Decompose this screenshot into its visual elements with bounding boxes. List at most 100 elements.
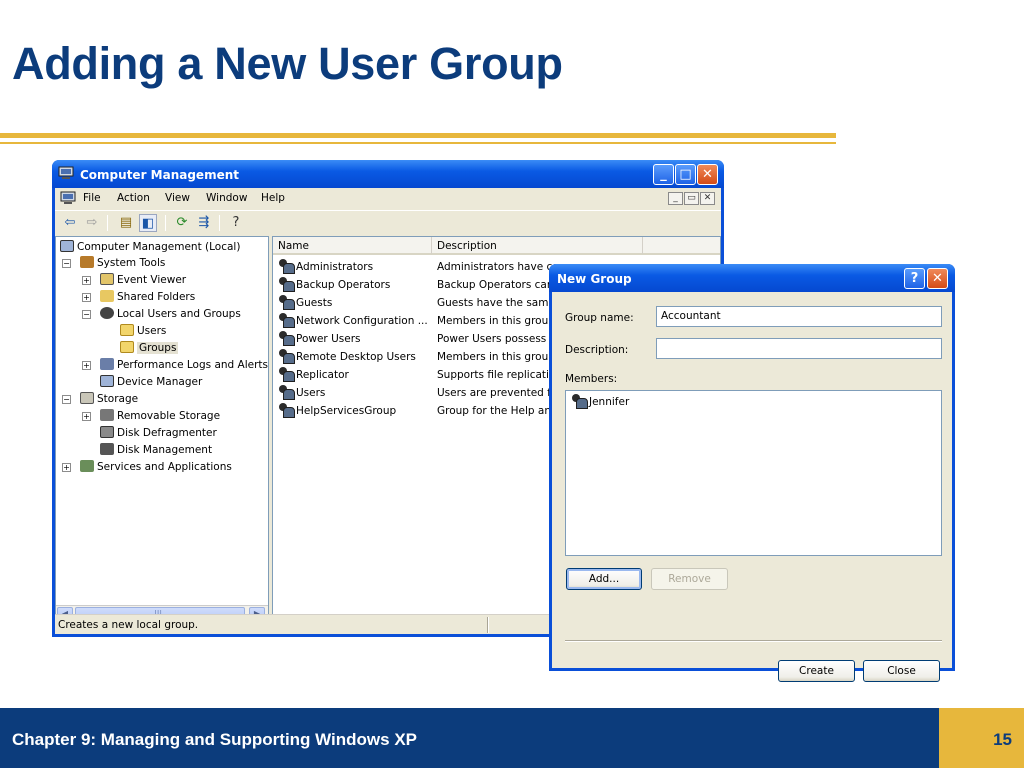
group-icon [278,313,295,328]
group-icon [278,277,295,292]
menu-action[interactable]: Action [117,192,150,204]
group-name-input[interactable]: Accountant [656,306,942,327]
list-item[interactable]: Replicator [278,366,349,384]
menu-view[interactable]: View [165,192,190,204]
list-item[interactable]: Administrators [278,258,373,276]
refresh-icon[interactable]: ⟳ [173,214,191,232]
list-item[interactable]: Remote Desktop Users [278,348,416,366]
toolbar-separator [107,215,108,231]
mdi-restore-button[interactable]: ▭ [684,192,699,205]
list-item[interactable]: Power Users [278,330,361,348]
footer-chapter-text: Chapter 9: Managing and Supporting Windo… [12,730,418,749]
tree-item-removable-storage[interactable]: Removable Storage [100,408,220,424]
mdi-close-button[interactable]: ✕ [700,192,715,205]
event-viewer-icon [100,273,114,285]
mdi-minimize-button[interactable]: _ [668,192,683,205]
tree-item-local-users-and-groups[interactable]: Local Users and Groups [100,306,241,322]
list-item[interactable]: Guests [278,294,332,312]
menu-bar: File Action View Window Help _ ▭ ✕ [55,188,721,208]
column-header-empty[interactable] [643,237,720,255]
dialog-close-button[interactable]: ✕ [927,268,948,289]
list-item-description: Users are prevented fr [437,387,556,399]
expand-icon[interactable]: + [82,293,91,302]
collapse-icon[interactable]: − [82,310,91,319]
app-menu-icon[interactable] [60,191,76,205]
minimize-button[interactable]: _ [653,164,674,185]
title-rule-thick [0,133,836,138]
list-item-description: Supports file replication [437,369,563,381]
column-header-name[interactable]: Name [273,237,432,255]
tree-item-system-tools[interactable]: System Tools [80,255,165,271]
status-separator [487,617,489,633]
collapse-icon[interactable]: − [62,259,71,268]
tree-item-groups[interactable]: Groups [120,340,179,356]
list-item[interactable]: Network Configuration ... [278,312,428,330]
menu-help[interactable]: Help [261,192,285,204]
tree-item-disk-management[interactable]: Disk Management [100,442,212,458]
tree-item-disk-defragmenter[interactable]: Disk Defragmenter [100,425,217,441]
dialog-separator [565,640,942,642]
toolbar-separator [165,215,166,231]
members-list[interactable]: Jennifer [565,390,942,556]
back-icon[interactable]: ⇦ [61,214,79,232]
maximize-button[interactable]: □ [675,164,696,185]
tree-item-event-viewer[interactable]: Event Viewer [100,272,186,288]
show-hide-tree-icon[interactable]: ◧ [139,214,157,232]
slide-title: Adding a New User Group [12,38,563,89]
tree-item-users[interactable]: Users [120,323,166,339]
description-label: Description: [565,344,629,356]
title-rule-thin [0,142,836,144]
up-folder-icon[interactable]: ▤ [117,214,135,232]
tree-item-computer-management[interactable]: Computer Management (Local) [60,239,240,255]
page-number-box: 15 [939,708,1024,768]
computer-icon [60,240,74,252]
list-item-description: Members in this group [437,351,555,363]
status-text: Creates a new local group. [58,619,199,631]
new-group-dialog: New Group ? ✕ Group name: Accountant Des… [549,264,955,682]
export-list-icon[interactable]: ⇶ [195,214,213,232]
expand-icon[interactable]: + [82,412,91,421]
tree-item-device-manager[interactable]: Device Manager [100,374,202,390]
computer-management-titlebar[interactable]: Computer Management _ □ ✕ [52,160,724,188]
users-groups-icon [100,307,114,319]
group-icon [278,385,295,400]
new-group-titlebar[interactable]: New Group ? ✕ [549,264,955,292]
menu-file[interactable]: File [83,192,101,204]
tree-item-shared-folders[interactable]: Shared Folders [100,289,195,305]
group-icon [278,331,295,346]
menu-window[interactable]: Window [206,192,247,204]
tree-item-storage[interactable]: Storage [80,391,138,407]
help-icon[interactable]: ? [227,214,245,232]
remove-button[interactable]: Remove [651,568,728,590]
toolbar: ⇦ ⇨ ▤ ◧ ⟳ ⇶ ? [55,210,721,234]
collapse-icon[interactable]: − [62,395,71,404]
list-item[interactable]: Backup Operators [278,276,390,294]
column-header-description[interactable]: Description [432,237,643,255]
create-button[interactable]: Create [778,660,855,682]
tree-item-services-and-applications[interactable]: Services and Applications [80,459,232,475]
close-dialog-button[interactable]: Close [863,660,940,682]
mdi-buttons: _ ▭ ✕ [667,191,715,205]
list-item[interactable]: Users [278,384,325,402]
list-item-description: Group for the Help and [437,405,558,417]
expand-icon[interactable]: + [82,361,91,370]
forward-icon[interactable]: ⇨ [83,214,101,232]
description-input[interactable] [656,338,942,359]
help-button[interactable]: ? [904,268,925,289]
tree-item-performance-logs[interactable]: Performance Logs and Alerts [100,357,268,373]
slide-footer: Chapter 9: Managing and Supporting Windo… [0,708,1024,768]
add-button[interactable]: Add... [566,568,642,590]
expand-icon[interactable]: + [82,276,91,285]
window-title: Computer Management [80,168,239,182]
close-button[interactable]: ✕ [697,164,718,185]
list-item-description: Guests have the same [437,297,555,309]
folder-icon [120,324,134,336]
folder-open-icon [120,341,134,353]
members-label: Members: [565,373,618,385]
user-icon [571,394,588,409]
list-item-description: Power Users possess m [437,333,560,345]
list-item[interactable]: HelpServicesGroup [278,402,396,420]
expand-icon[interactable]: + [62,463,71,472]
console-tree: Computer Management (Local) − System Too… [55,236,269,622]
list-item[interactable]: Jennifer [571,393,629,411]
